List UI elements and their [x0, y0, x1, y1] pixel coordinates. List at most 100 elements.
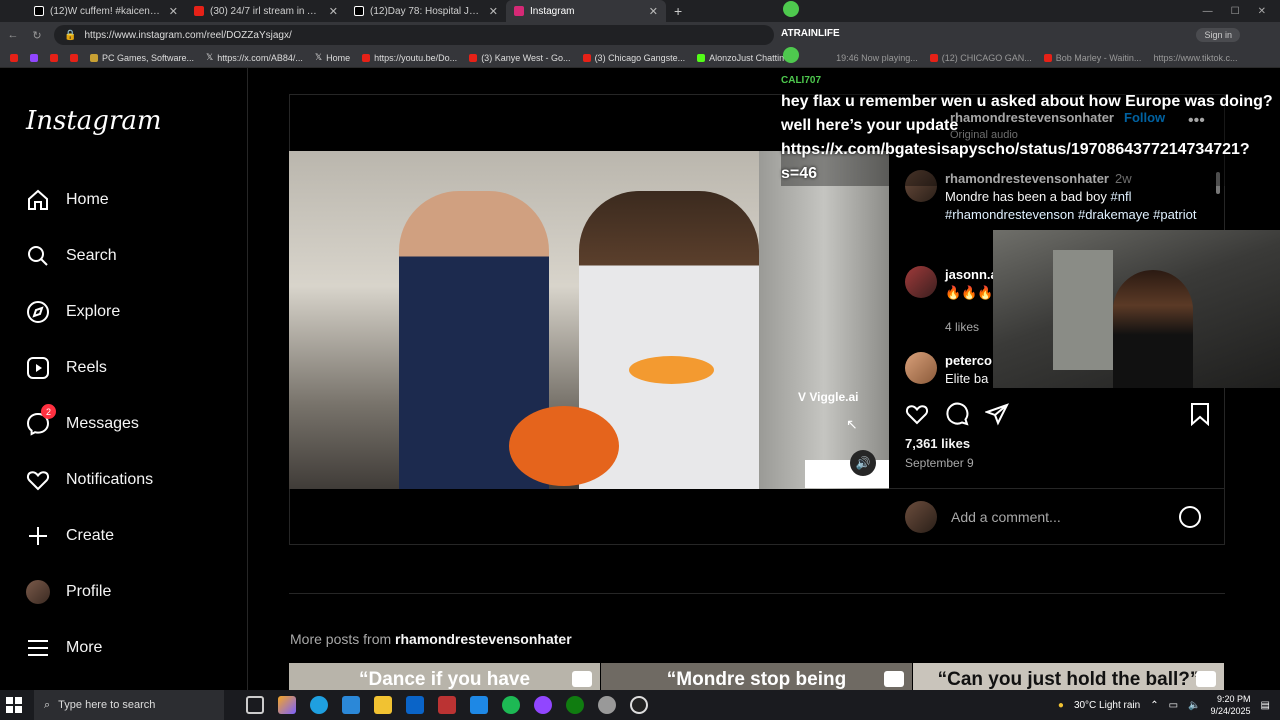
- instagram-favicon-icon: [514, 6, 524, 16]
- bookmark-item[interactable]: 𝕏https://x.com/AB84/...: [206, 52, 303, 63]
- browser-tab[interactable]: (30) 24/7 irl stream in America us ✕: [186, 0, 346, 22]
- bookmark-label: AlonzoJust Chattin: [709, 52, 785, 63]
- clock-date: 9/24/2025: [1210, 706, 1251, 716]
- bookmark-item[interactable]: https://www.tiktok.c...: [1153, 53, 1237, 63]
- x-icon: 𝕏: [314, 52, 323, 62]
- comment-input[interactable]: Add a comment...: [951, 509, 1165, 525]
- bookmark-item[interactable]: 𝕏 Home: [315, 52, 350, 63]
- bookmark-item[interactable]: https://youtu.be/Do...: [362, 53, 457, 63]
- chat-avatar-icon: [783, 47, 799, 63]
- likes-count[interactable]: 7,361 likes: [905, 436, 970, 451]
- more-posts-user[interactable]: rhamondrestevensonhater: [395, 631, 572, 647]
- bookmark-item[interactable]: (3) Chicago Gangste...: [582, 53, 685, 63]
- app-icon[interactable]: [598, 696, 616, 714]
- sidebar-item-notifications[interactable]: Notifications: [26, 468, 153, 492]
- sidebar-item-search[interactable]: Search: [26, 244, 117, 268]
- reel-video[interactable]: [289, 151, 889, 489]
- instagram-logo[interactable]: Instagram: [26, 106, 162, 136]
- bookmark-label: https://x.com/AB84/...: [217, 52, 303, 63]
- new-tab-button[interactable]: +: [666, 3, 690, 19]
- like-icon[interactable]: [905, 402, 929, 428]
- sidebar-item-profile[interactable]: Profile: [26, 580, 111, 604]
- taskbar-search[interactable]: ⌕ Type here to search: [34, 690, 224, 720]
- youtube-icon: [582, 53, 591, 62]
- sidebar-item-messages[interactable]: 2 Messages: [26, 404, 139, 436]
- volume-icon[interactable]: 🔈: [1188, 700, 1200, 711]
- kick-icon: [697, 53, 706, 62]
- maximize-icon[interactable]: ☐: [1231, 6, 1240, 17]
- bookmark-item[interactable]: (12) CHICAGO GAN...: [929, 53, 1032, 63]
- reel-icon: [572, 671, 592, 687]
- post-thumbnail[interactable]: “Mondre stop being: [601, 663, 912, 690]
- tiktok-favicon-icon: [34, 6, 44, 16]
- sign-in-button[interactable]: Sign in: [1196, 28, 1240, 42]
- avatar-icon: [26, 580, 50, 604]
- volume-button[interactable]: 🔊: [850, 450, 876, 476]
- windows-start-icon[interactable]: [6, 697, 22, 713]
- chrome-icon[interactable]: [534, 696, 552, 714]
- bookmark-item[interactable]: [70, 53, 78, 62]
- obs-icon[interactable]: [630, 696, 648, 714]
- emoji-icon[interactable]: [1179, 505, 1201, 528]
- window-controls: — ☐ ✕: [1203, 6, 1280, 17]
- bookmarks-bar: PC Games, Software... 𝕏https://x.com/AB8…: [0, 48, 1280, 68]
- bookmark-label: (3) Kanye West - Go...: [481, 52, 571, 63]
- bookmark-icon[interactable]: [1189, 402, 1211, 428]
- bookmark-item[interactable]: 19:46 Now playing...: [836, 53, 918, 63]
- minimize-icon[interactable]: —: [1203, 6, 1213, 17]
- post-actions: [905, 402, 1211, 428]
- bookmark-item[interactable]: [30, 53, 38, 62]
- app-icon[interactable]: [438, 696, 456, 714]
- messenger-icon: 2: [26, 404, 56, 436]
- share-icon[interactable]: [984, 402, 1009, 428]
- notification-icon[interactable]: ▤: [1261, 700, 1270, 711]
- bookmark-item[interactable]: [10, 53, 18, 62]
- outlook-icon[interactable]: [406, 696, 424, 714]
- sidebar-item-create[interactable]: Create: [26, 524, 114, 548]
- close-tab-icon[interactable]: ✕: [649, 5, 658, 18]
- sidebar-item-reels[interactable]: Reels: [26, 356, 107, 380]
- store-icon[interactable]: [342, 696, 360, 714]
- bookmark-item[interactable]: Bob Marley - Waitin...: [1043, 53, 1141, 63]
- browser-tab-active[interactable]: Instagram ✕: [506, 0, 666, 22]
- avatar[interactable]: [905, 352, 937, 384]
- edge-icon[interactable]: [310, 696, 328, 714]
- app-icon[interactable]: [470, 696, 488, 714]
- reload-icon[interactable]: ↻: [30, 29, 44, 42]
- avatar[interactable]: [905, 266, 937, 298]
- browser-tab[interactable]: (12)Day 78: Hospital Journey & H ✕: [346, 0, 506, 22]
- post-thumbnail[interactable]: “Dance if you have: [289, 663, 600, 690]
- bookmark-item[interactable]: AlonzoJust Chattin: [697, 53, 784, 63]
- bookmark-item[interactable]: (3) Kanye West - Go...: [469, 52, 571, 63]
- bookmark-item[interactable]: PC Games, Software...: [90, 53, 194, 63]
- sidebar-item-home[interactable]: Home: [26, 188, 109, 212]
- close-tab-icon[interactable]: ✕: [169, 5, 178, 18]
- task-view-icon[interactable]: [246, 696, 264, 714]
- browser-tab[interactable]: (12)W cuffem! #kaicenat #cuffem ✕: [26, 0, 186, 22]
- post-thumbnail[interactable]: “Can you just hold the ball?”: [913, 663, 1224, 690]
- url-field[interactable]: 🔒 https://www.instagram.com/reel/DOZZaYs…: [54, 25, 774, 45]
- spotify-icon[interactable]: [502, 696, 520, 714]
- sidebar-item-more[interactable]: More: [26, 636, 102, 660]
- sidebar-item-explore[interactable]: Explore: [26, 300, 120, 324]
- bookmark-label: 19:46 Now playing...: [836, 52, 918, 63]
- bookmark-item[interactable]: [50, 53, 58, 62]
- bookmark-label: https://youtu.be/Do...: [374, 52, 458, 63]
- comment-icon[interactable]: [945, 402, 969, 428]
- tray-chevron-icon[interactable]: ⌃: [1150, 700, 1158, 711]
- close-tab-icon[interactable]: ✕: [489, 5, 498, 18]
- webcam-overlay: [993, 230, 1280, 388]
- network-icon[interactable]: ▭: [1169, 700, 1178, 711]
- weather-text[interactable]: 30°C Light rain: [1074, 700, 1140, 711]
- file-explorer-icon[interactable]: [374, 696, 392, 714]
- tab-title: (30) 24/7 irl stream in America us: [210, 5, 323, 17]
- tab-title: Instagram: [530, 5, 575, 17]
- copilot-icon[interactable]: [278, 696, 296, 714]
- close-window-icon[interactable]: ✕: [1258, 6, 1266, 17]
- back-icon[interactable]: ←: [6, 29, 20, 41]
- sidebar-item-label: Profile: [66, 583, 112, 600]
- close-tab-icon[interactable]: ✕: [329, 5, 338, 18]
- clock[interactable]: 9:20 PM 9/24/2025: [1211, 693, 1251, 717]
- chat-avatar-icon: [783, 1, 799, 17]
- xbox-icon[interactable]: [566, 696, 584, 714]
